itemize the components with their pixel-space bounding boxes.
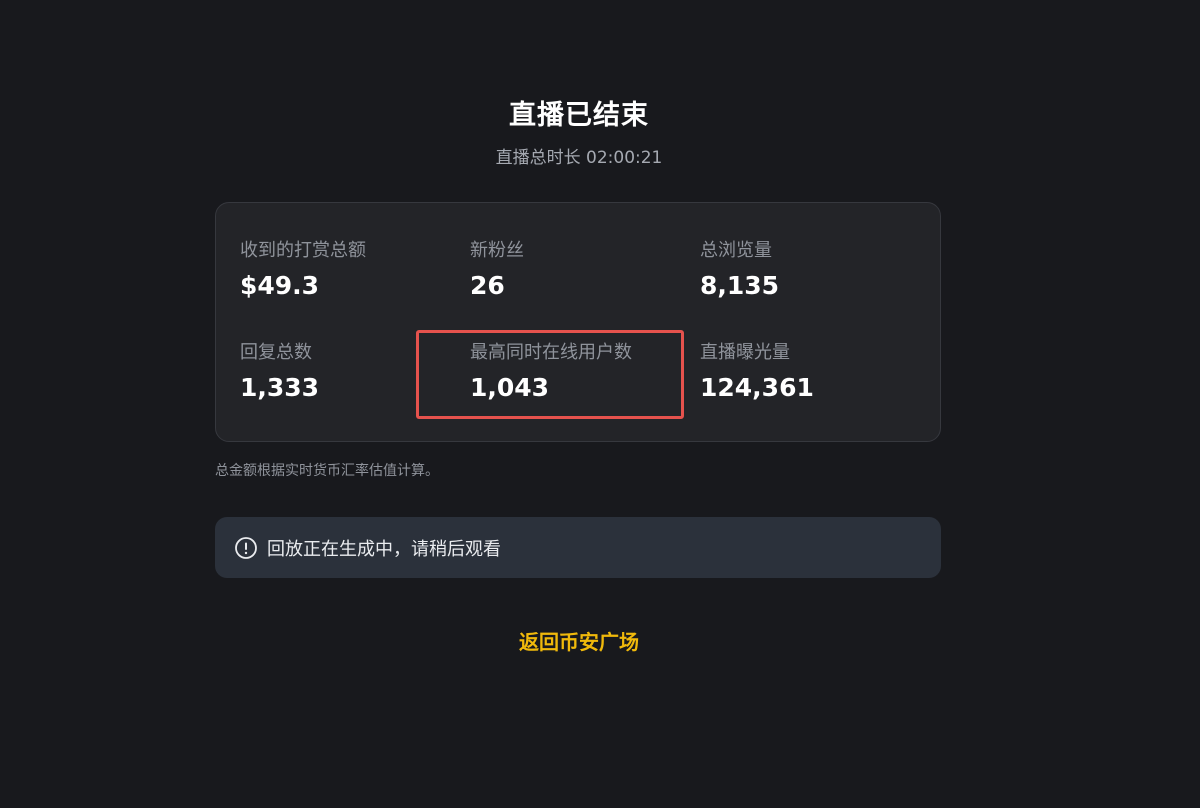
stat-tips-total: 收到的打赏总额 $49.3 <box>240 239 460 301</box>
stat-label: 新粉丝 <box>470 240 524 261</box>
stat-value: 8,135 <box>700 271 780 300</box>
stat-value: 26 <box>470 271 505 300</box>
highlight-annotation-box <box>416 330 684 419</box>
stat-live-impressions: 直播曝光量 124,361 <box>700 341 920 403</box>
stat-label: 直播曝光量 <box>700 342 790 363</box>
stat-value: 124,361 <box>700 373 814 402</box>
stream-duration: 直播总时长 02:00:21 <box>495 148 663 168</box>
currency-note: 总金额根据实时货币汇率估值计算。 <box>215 463 439 479</box>
stat-label: 总浏览量 <box>700 240 772 261</box>
stat-label: 收到的打赏总额 <box>240 240 366 261</box>
replay-status-text: 回放正在生成中，请稍后观看 <box>267 538 501 560</box>
back-to-square-link[interactable]: 返回币安广场 <box>0 626 1158 655</box>
stat-total-views: 总浏览量 8,135 <box>700 239 920 301</box>
stat-new-followers: 新粉丝 26 <box>470 239 690 301</box>
stats-card: 收到的打赏总额 $49.3 新粉丝 26 总浏览量 8,135 回复总数 1,3… <box>215 202 941 442</box>
info-icon <box>234 536 258 560</box>
replay-banner: 回放正在生成中，请稍后观看 <box>215 517 941 578</box>
stat-value: $49.3 <box>240 271 320 300</box>
page-title: 直播已结束 <box>509 100 649 131</box>
